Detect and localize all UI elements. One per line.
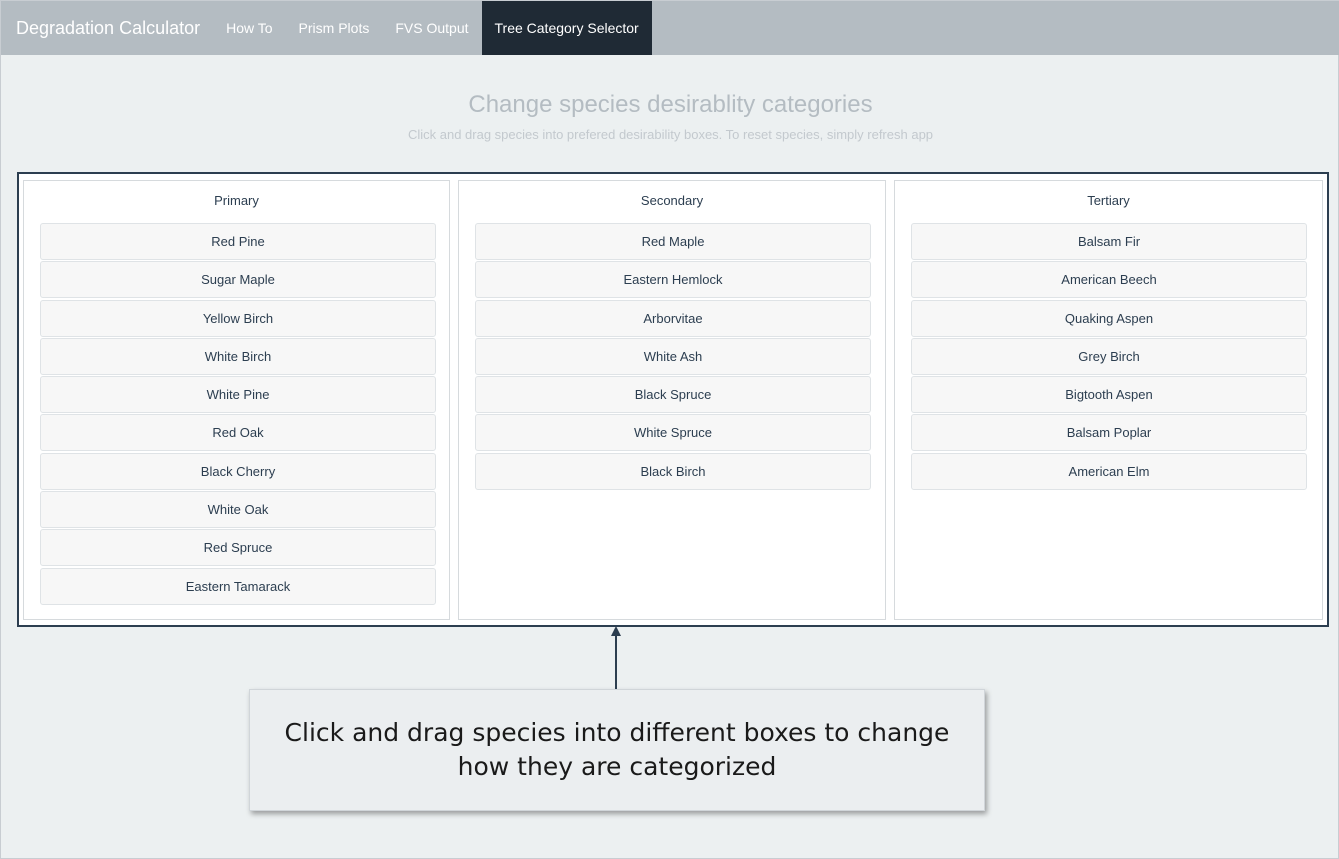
tertiary-column[interactable]: Tertiary Balsam Fir American Beech Quaking… — [894, 180, 1323, 620]
tab-prism-plots[interactable]: Prism Plots — [286, 1, 383, 55]
page-title: Change species desirablity categories — [468, 91, 873, 118]
app-brand[interactable]: Degradation Calculator — [1, 1, 213, 55]
species-item[interactable]: Red Spruce — [40, 529, 436, 567]
arrow-line — [615, 633, 617, 690]
species-item[interactable]: Balsam Poplar — [911, 414, 1307, 452]
tab-tree-category-selector[interactable]: Tree Category Selector — [481, 1, 652, 55]
species-item[interactable]: Black Cherry — [40, 452, 436, 490]
species-item[interactable]: Quaking Aspen — [911, 299, 1307, 337]
species-item[interactable]: Eastern Hemlock — [475, 261, 871, 299]
category-board: Primary Red Pine Sugar Maple Yellow Birch W… — [17, 172, 1329, 627]
species-item[interactable]: Eastern Tamarack — [40, 567, 436, 605]
species-item[interactable]: American Beech — [911, 261, 1307, 299]
species-item[interactable]: Yellow Birch — [40, 299, 436, 337]
species-item[interactable]: Sugar Maple — [40, 261, 436, 299]
species-item[interactable]: Black Birch — [475, 452, 871, 490]
species-item[interactable]: White Oak — [40, 491, 436, 529]
secondary-column[interactable]: Secondary Red Maple Eastern Hemlock Arborv… — [458, 180, 886, 620]
tab-how-to[interactable]: How To — [213, 1, 285, 55]
primary-column-title: Primary — [214, 193, 259, 208]
primary-list: Red Pine Sugar Maple Yellow Birch White Bir… — [40, 223, 436, 606]
species-item[interactable]: Red Oak — [40, 414, 436, 452]
secondary-list: Red Maple Eastern Hemlock Arborvitae White … — [475, 223, 871, 491]
species-item[interactable]: Grey Birch — [911, 337, 1307, 375]
tertiary-list: Balsam Fir American Beech Quaking Aspen Gre… — [911, 223, 1307, 491]
species-item[interactable]: Red Maple — [475, 223, 871, 260]
species-item[interactable]: White Ash — [475, 337, 871, 375]
secondary-column-title: Secondary — [640, 193, 704, 208]
page-subtitle: Click and drag species into prefered des… — [407, 127, 934, 142]
primary-column[interactable]: Primary Red Pine Sugar Maple Yellow Birch W… — [23, 180, 450, 620]
species-item[interactable]: White Birch — [40, 337, 436, 375]
species-item[interactable]: Bigtooth Aspen — [911, 376, 1307, 414]
tertiary-column-title: Tertiary — [1087, 193, 1130, 208]
tab-fvs-output[interactable]: FVS Output — [382, 1, 481, 55]
species-item[interactable]: Black Spruce — [475, 376, 871, 414]
species-item[interactable]: White Pine — [40, 376, 436, 414]
species-item[interactable]: White Spruce — [475, 414, 871, 452]
species-item[interactable]: Arborvitae — [475, 299, 871, 337]
species-item[interactable]: Red Pine — [40, 223, 436, 260]
species-item[interactable]: American Elm — [911, 452, 1307, 490]
navbar: Degradation Calculator How To Prism Plot… — [1, 1, 1339, 55]
instruction-callout: Click and drag species into different bo… — [249, 689, 985, 811]
species-item[interactable]: Balsam Fir — [911, 223, 1307, 260]
